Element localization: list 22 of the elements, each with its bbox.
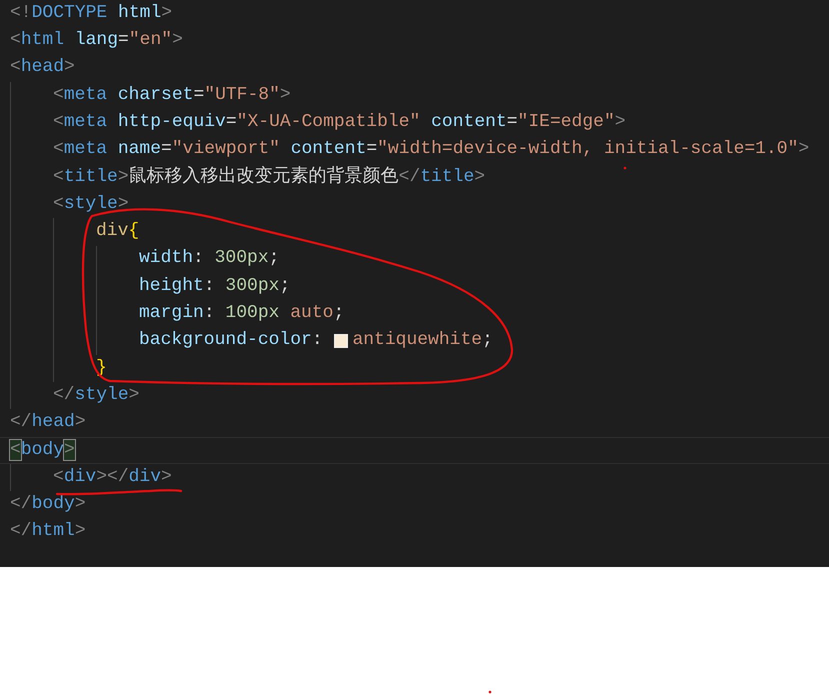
code-text: <meta http-equiv="X-UA-Compatible" content="IE=edge">	[53, 112, 626, 133]
code-text: <div></div>	[53, 468, 172, 488]
annotation-dot	[624, 166, 626, 170]
code-text: height: 300px;	[139, 276, 290, 297]
code-text: width: 300px;	[139, 249, 280, 270]
code-text: </body>	[10, 495, 86, 515]
code-text: <html lang="en">	[10, 31, 183, 51]
code-text: <body>	[10, 440, 75, 460]
code-text: <title>鼠标移入移出改变元素的背景颜色</title>	[53, 168, 486, 188]
code-text: </head>	[10, 413, 86, 433]
code-text: background-color:	[139, 331, 324, 352]
code-text: </style>	[53, 386, 140, 406]
code-text: antiquewhite;	[352, 331, 493, 352]
code-text: <head>	[10, 58, 75, 78]
code-text: <!DOCTYPE html>	[10, 4, 172, 24]
code-text: <meta name="viewport" content="width=device-width, initial-scale=1.0">	[53, 140, 810, 160]
code-text: margin: 100px auto;	[139, 304, 344, 324]
annotation-dot	[488, 690, 492, 694]
code-text: div{	[96, 222, 140, 242]
code-text: <style>	[53, 194, 129, 215]
code-text: </html>	[10, 522, 86, 542]
code-text: <meta charset="UTF-8">	[53, 86, 291, 106]
